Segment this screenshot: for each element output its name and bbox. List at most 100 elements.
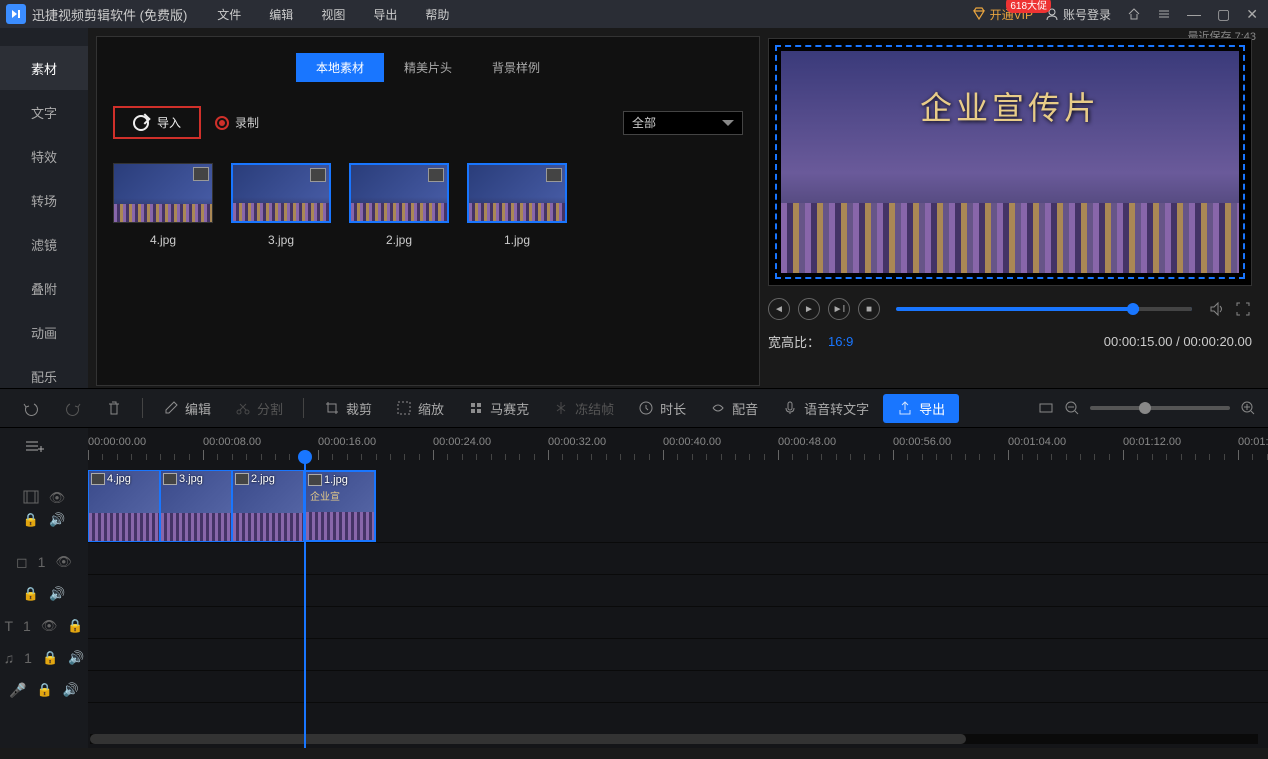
lock-icon[interactable]: 🔒 xyxy=(42,650,58,666)
redo-button[interactable] xyxy=(54,399,92,417)
preview-panel: 企业宣传片 ◄ ► ►I ■ 宽高比： 16:9 00:00:15.00 / 0… xyxy=(768,28,1268,388)
next-button[interactable]: ►I xyxy=(828,298,850,320)
delete-button[interactable] xyxy=(96,400,132,416)
tab-intro[interactable]: 精美片头 xyxy=(384,53,472,82)
timeline-scrollbar[interactable] xyxy=(90,734,1258,744)
timeline-clip[interactable]: 3.jpg xyxy=(160,470,232,542)
timeline-clip[interactable]: 2.jpg xyxy=(232,470,304,542)
menu-edit[interactable]: 编辑 xyxy=(269,6,293,23)
thumb-item[interactable]: 3.jpg xyxy=(231,163,331,247)
image-type-icon xyxy=(546,168,562,182)
zoom-slider[interactable] xyxy=(1090,406,1230,410)
vip-button[interactable]: 开通VIP 618大促 xyxy=(972,6,1033,23)
timeline-clip[interactable]: 1.jpg企业宣 xyxy=(304,470,376,542)
fit-icon[interactable] xyxy=(1038,400,1054,416)
text-track-head: T1 👁🔒 xyxy=(0,610,88,642)
stt-button[interactable]: 语音转文字 xyxy=(772,399,879,418)
play-button[interactable]: ► xyxy=(798,298,820,320)
edit-button[interactable]: 编辑 xyxy=(153,399,221,418)
aspect-value[interactable]: 16:9 xyxy=(828,334,853,349)
ruler-tick: 00:00:24.00 xyxy=(433,436,491,448)
material-panel: 本地素材 精美片头 背景样例 导入 录制 全部 4.jpg 3.jpg 2.jp… xyxy=(96,36,760,386)
lock-icon[interactable]: 🔒 xyxy=(67,618,83,634)
duration-button[interactable]: 时长 xyxy=(628,399,696,418)
filter-dropdown[interactable]: 全部 xyxy=(623,111,743,135)
text-track-icon: T xyxy=(4,618,13,634)
ruler-tick: 00:01:20 xyxy=(1238,436,1268,448)
menu-help[interactable]: 帮助 xyxy=(425,6,449,23)
speaker-icon[interactable]: 🔊 xyxy=(49,512,65,528)
dub-button[interactable]: 配音 xyxy=(700,399,768,418)
lock-icon[interactable]: 🔒 xyxy=(37,682,53,698)
scale-button[interactable]: 缩放 xyxy=(386,399,454,418)
tab-local[interactable]: 本地素材 xyxy=(296,53,384,82)
image-track-head: ◻1 👁 xyxy=(0,546,88,578)
ruler-tick: 00:00:32.00 xyxy=(548,436,606,448)
clip-type-icon xyxy=(91,473,105,485)
sidebar-item-animation[interactable]: 动画 xyxy=(0,310,88,354)
mic-track-head: 🎤 🔒🔊 xyxy=(0,674,88,706)
stop-button[interactable]: ■ xyxy=(858,298,880,320)
sidebar-item-filter[interactable]: 滤镜 xyxy=(0,222,88,266)
import-icon xyxy=(133,115,149,131)
volume-icon[interactable] xyxy=(1208,300,1226,318)
record-button[interactable]: 录制 xyxy=(215,114,259,131)
sidebar-item-transition[interactable]: 转场 xyxy=(0,178,88,222)
undo-button[interactable] xyxy=(12,399,50,417)
thumb-label: 4.jpg xyxy=(113,233,213,247)
split-button[interactable]: 分割 xyxy=(225,399,293,418)
preview-canvas[interactable]: 企业宣传片 xyxy=(768,38,1252,286)
export-button[interactable]: 导出 xyxy=(883,394,959,423)
thumb-label: 2.jpg xyxy=(349,233,449,247)
zoom-in-icon[interactable] xyxy=(1240,400,1256,416)
menu-file[interactable]: 文件 xyxy=(217,6,241,23)
clip-strip: 4.jpg 3.jpg 2.jpg 1.jpg企业宣 xyxy=(88,470,376,542)
home-icon[interactable] xyxy=(1123,7,1145,21)
thumb-item[interactable]: 1.jpg xyxy=(467,163,567,247)
thumb-item[interactable]: 4.jpg xyxy=(113,163,213,247)
close-button[interactable]: ✕ xyxy=(1242,6,1262,23)
import-button[interactable]: 导入 xyxy=(113,106,201,139)
edit-toolbar: 编辑 分割 裁剪 缩放 马赛克 冻结帧 时长 配音 语音转文字 导出 xyxy=(0,388,1268,428)
maximize-button[interactable]: ▢ xyxy=(1213,6,1234,23)
image-type-icon xyxy=(428,168,444,182)
thumb-item[interactable]: 2.jpg xyxy=(349,163,449,247)
eye-icon[interactable]: 👁 xyxy=(49,490,66,506)
prev-button[interactable]: ◄ xyxy=(768,298,790,320)
ruler-tick: 00:00:56.00 xyxy=(893,436,951,448)
menu-export[interactable]: 导出 xyxy=(373,6,397,23)
menu-icon[interactable] xyxy=(1153,7,1175,21)
add-track-button[interactable] xyxy=(24,438,44,454)
speaker-icon[interactable]: 🔊 xyxy=(63,682,79,698)
time-ruler[interactable]: 00:00:00.0000:00:08.0000:00:16.0000:00:2… xyxy=(88,428,1268,468)
menu-view[interactable]: 视图 xyxy=(321,6,345,23)
sidebar-item-material[interactable]: 素材 xyxy=(0,46,88,90)
login-button[interactable]: 账号登录 xyxy=(1045,6,1111,23)
fullscreen-icon[interactable] xyxy=(1234,300,1252,318)
tab-background[interactable]: 背景样例 xyxy=(472,53,560,82)
progress-bar[interactable] xyxy=(896,307,1192,311)
sidebar-item-overlay[interactable]: 叠附 xyxy=(0,266,88,310)
ruler-tick: 00:00:00.00 xyxy=(88,436,146,448)
mosaic-button[interactable]: 马赛克 xyxy=(458,399,539,418)
timeline-clip[interactable]: 4.jpg xyxy=(88,470,160,542)
app-logo xyxy=(6,4,26,24)
sidebar-item-effects[interactable]: 特效 xyxy=(0,134,88,178)
crop-button[interactable]: 裁剪 xyxy=(314,399,382,418)
timeline-tracks[interactable]: 00:00:00.0000:00:08.0000:00:16.0000:00:2… xyxy=(88,428,1268,748)
eye-icon[interactable]: 👁 xyxy=(41,618,58,634)
eye-icon[interactable]: 👁 xyxy=(55,554,72,570)
menu-bar: 文件 编辑 视图 导出 帮助 xyxy=(217,6,449,23)
playhead[interactable] xyxy=(304,458,306,748)
sidebar-item-music[interactable]: 配乐 xyxy=(0,354,88,398)
speaker-icon[interactable]: 🔊 xyxy=(49,586,65,602)
login-label: 账号登录 xyxy=(1063,6,1111,23)
minimize-button[interactable]: — xyxy=(1183,6,1205,22)
sidebar-item-text[interactable]: 文字 xyxy=(0,90,88,134)
lock-icon[interactable]: 🔒 xyxy=(23,512,39,528)
freeze-button[interactable]: 冻结帧 xyxy=(543,399,624,418)
import-label: 导入 xyxy=(157,114,181,131)
zoom-out-icon[interactable] xyxy=(1064,400,1080,416)
speaker-icon[interactable]: 🔊 xyxy=(68,650,84,666)
lock-icon[interactable]: 🔒 xyxy=(23,586,39,602)
